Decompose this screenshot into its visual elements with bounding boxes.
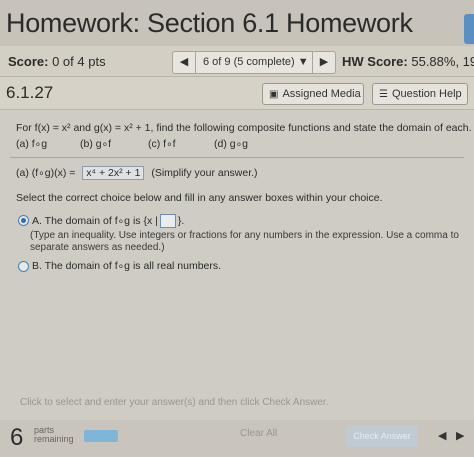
score-bar: Score: 0 of 4 pts ◀ 6 of 9 (5 complete) … [0,46,474,77]
left-triangle-icon: ◀ [179,56,189,68]
question-help-label: Question Help [391,88,462,100]
footer-bar: 6 parts remaining Clear All Check Answer… [0,420,474,457]
part-b: (b) g∘f [80,138,112,150]
choice-b-statement: The domain of f∘g is all real numbers. [44,260,222,272]
choice-a-radio[interactable] [18,215,29,226]
answer-hint: (Simplify your answer.) [151,167,258,179]
title-bar: Homework: Section 6.1 Homework [0,0,474,46]
choice-b-label: B. [32,260,42,272]
choice-a-text: A. The domain of f∘g is {x |}. [32,214,184,228]
instruction: Select the correct choice below and fill… [16,192,383,204]
question-position: 6 of 9 (5 complete) [203,56,295,68]
divider [10,157,464,158]
answer-line: (a) (f∘g)(x) = x⁴ + 2x² + 1 (Simplify yo… [16,166,258,180]
media-icon: ▣ [269,89,279,100]
question-bar: 6.1.27 ▣ Assigned Media ☰ Question Help [0,77,474,110]
choice-b-text: B. The domain of f∘g is all real numbers… [32,260,221,272]
question-panel: For f(x) = x² and g(x) = x² + 1, find th… [0,110,474,457]
hw-score-value: 55.88%, 19 c [411,54,474,69]
question-navigator: ◀ 6 of 9 (5 complete) ▼ ▶ [172,51,336,74]
right-triangle-icon: ▶ [319,56,329,68]
answer-box[interactable]: x⁴ + 2x² + 1 [82,166,145,180]
previous-arrow-icon[interactable]: ◀ [438,429,446,442]
question-number: 6.1.27 [6,83,54,102]
question-dropdown[interactable]: 6 of 9 (5 complete) ▼ [203,56,309,68]
corner-button[interactable] [464,14,474,44]
choice-a-note2: separate answers as needed.) [30,242,165,253]
list-icon: ☰ [379,89,388,100]
choice-a-note1: (Type an inequality. Use integers or fra… [30,230,459,241]
answer-prefix: (a) (f∘g)(x) = [16,167,76,179]
clear-all-button[interactable]: Clear All [240,428,277,439]
parts-count: 6 [10,424,24,451]
parts-remaining-label: parts remaining [34,426,74,444]
page-title: Homework: Section 6.1 Homework [6,8,413,38]
problem-statement: For f(x) = x² and g(x) = x² + 1, find th… [16,122,472,134]
check-answer-button[interactable]: Check Answer [346,425,418,447]
question-help-button[interactable]: ☰ Question Help [372,83,468,105]
assigned-media-label: Assigned Media [282,88,361,100]
part-c: (c) f∘f [148,138,176,150]
score: Score: 0 of 4 pts [8,54,106,69]
footer-instruction: Click to select and enter your answer(s)… [20,397,329,408]
choice-b-radio[interactable] [18,261,29,272]
parts-label-2: remaining [34,434,74,444]
hw-score-label: HW Score: [342,54,408,69]
choice-a-close: }. [177,214,185,227]
score-value: 0 of 4 pts [52,54,106,69]
assigned-media-button[interactable]: ▣ Assigned Media [262,83,364,105]
part-a: (a) f∘g [16,138,48,150]
choice-a-statement: The domain of f∘g is {x | [44,214,158,227]
next-arrow-icon[interactable]: ▶ [456,429,464,442]
domain-input[interactable] [159,214,176,228]
part-d: (d) g∘g [214,138,249,150]
next-question-button[interactable]: ▶ [312,52,335,73]
chevron-down-icon: ▼ [297,56,309,68]
previous-question-button[interactable]: ◀ [173,52,196,73]
progress-bar [84,430,118,442]
score-label: Score: [8,54,49,69]
choice-a-label: A. [32,214,42,227]
hw-score: HW Score: 55.88%, 19 c [342,54,474,69]
